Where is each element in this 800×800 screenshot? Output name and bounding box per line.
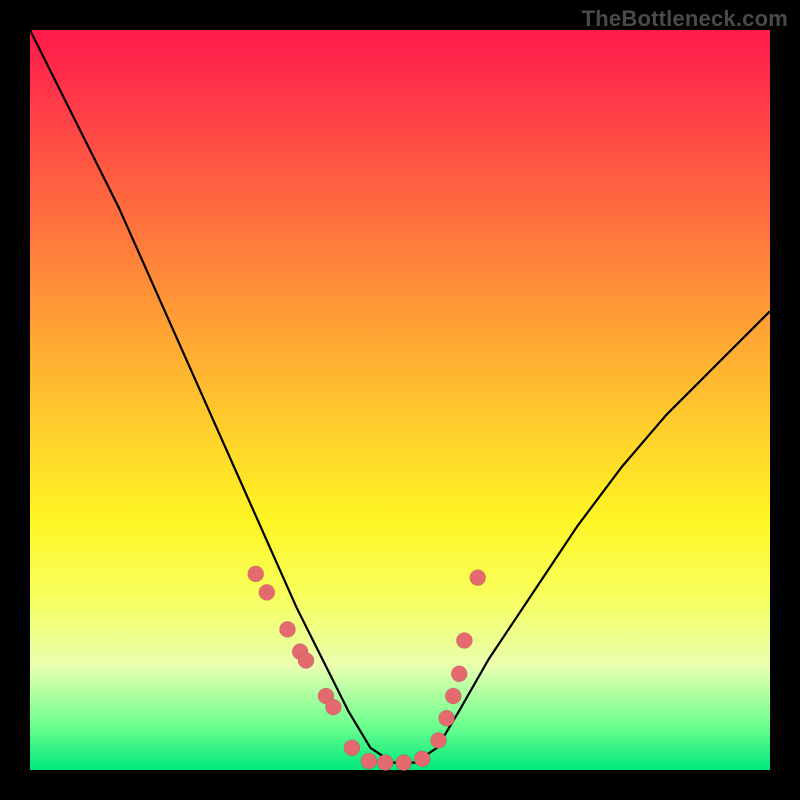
highlight-dot <box>361 753 377 769</box>
chart-svg <box>30 30 770 770</box>
highlight-dot <box>298 653 314 669</box>
highlight-dot <box>470 570 486 586</box>
chart-frame: TheBottleneck.com <box>0 0 800 800</box>
highlight-dot <box>414 751 430 767</box>
highlight-dot <box>396 755 412 771</box>
highlight-dot <box>431 732 447 748</box>
highlight-dot <box>280 621 296 637</box>
bottleneck-curve <box>30 30 770 763</box>
highlight-dot <box>248 566 264 582</box>
highlight-dot <box>439 710 455 726</box>
highlight-dot <box>377 755 393 771</box>
highlight-dot <box>451 666 467 682</box>
highlight-dot <box>325 699 341 715</box>
plot-area <box>30 30 770 770</box>
highlight-dot <box>259 584 275 600</box>
watermark-text: TheBottleneck.com <box>582 6 788 32</box>
highlight-dot <box>456 633 472 649</box>
highlight-dot <box>445 688 461 704</box>
highlight-dot <box>344 740 360 756</box>
